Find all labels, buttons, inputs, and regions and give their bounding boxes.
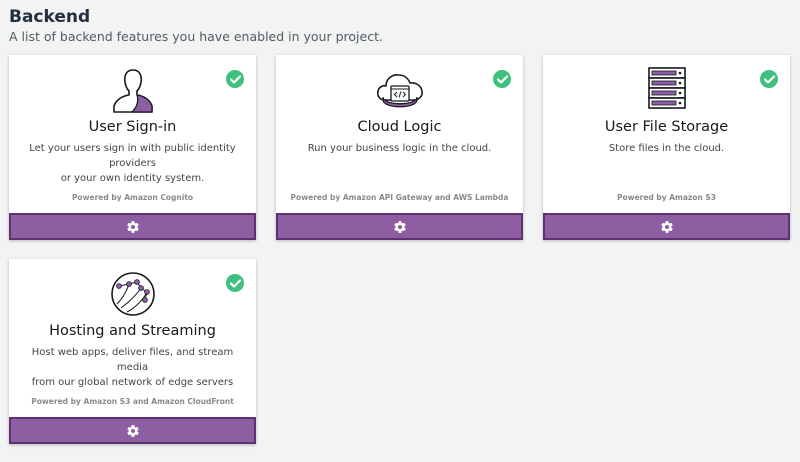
feature-description: Host web apps, deliver files, and stream… [19, 345, 246, 390]
feature-name: User File Storage [604, 119, 729, 135]
feature-name: User Sign-in [88, 119, 177, 135]
user-silhouette-icon [9, 66, 256, 114]
description-line: Run your business logic in the cloud. [307, 143, 492, 154]
enabled-check-icon [226, 70, 244, 88]
enabled-check-icon [226, 274, 244, 292]
description-line: Store files in the cloud. [608, 143, 725, 154]
description-line: from our global network of edge servers [31, 377, 234, 388]
gear-icon [660, 220, 673, 233]
settings-button[interactable] [543, 213, 790, 240]
settings-button[interactable] [9, 417, 256, 444]
description-line: Let your users sign in with public ident… [29, 143, 236, 169]
feature-card-user-sign-in: User Sign-in Let your users sign in with… [9, 55, 256, 240]
feature-description: Let your users sign in with public ident… [19, 141, 246, 186]
feature-card-hosting-and-streaming: Hosting and Streaming Host web apps, del… [9, 259, 256, 444]
feature-card-user-file-storage: User File Storage Store files in the clo… [543, 55, 790, 240]
powered-by-label: Powered by Amazon S3 [616, 193, 717, 202]
page-title: Backend [9, 7, 91, 27]
enabled-check-icon [760, 70, 778, 88]
powered-by-label: Powered by Amazon Cognito [71, 193, 194, 202]
feature-card-cloud-logic: Cloud Logic Run your business logic in t… [276, 55, 523, 240]
feature-description: Run your business logic in the cloud. [286, 141, 513, 156]
gear-icon [126, 220, 139, 233]
gear-icon [393, 220, 406, 233]
page-subtitle: A list of backend features you have enab… [9, 29, 383, 44]
powered-by-label: Powered by Amazon S3 and Amazon CloudFro… [31, 397, 234, 406]
gear-icon [126, 424, 139, 437]
enabled-check-icon [493, 70, 511, 88]
description-line: or your own identity system. [60, 173, 205, 184]
server-rack-icon [543, 66, 790, 114]
page-header: Backend A list of backend features you h… [9, 6, 383, 46]
feature-description: Store files in the cloud. [553, 141, 780, 156]
settings-button[interactable] [276, 213, 523, 240]
description-line: Host web apps, deliver files, and stream… [31, 347, 234, 373]
powered-by-label: Powered by Amazon API Gateway and AWS La… [290, 193, 509, 202]
settings-button[interactable] [9, 213, 256, 240]
feature-name: Cloud Logic [357, 119, 442, 135]
feature-name: Hosting and Streaming [49, 323, 216, 339]
globe-network-icon [9, 270, 256, 318]
cloud-code-icon [276, 66, 523, 114]
